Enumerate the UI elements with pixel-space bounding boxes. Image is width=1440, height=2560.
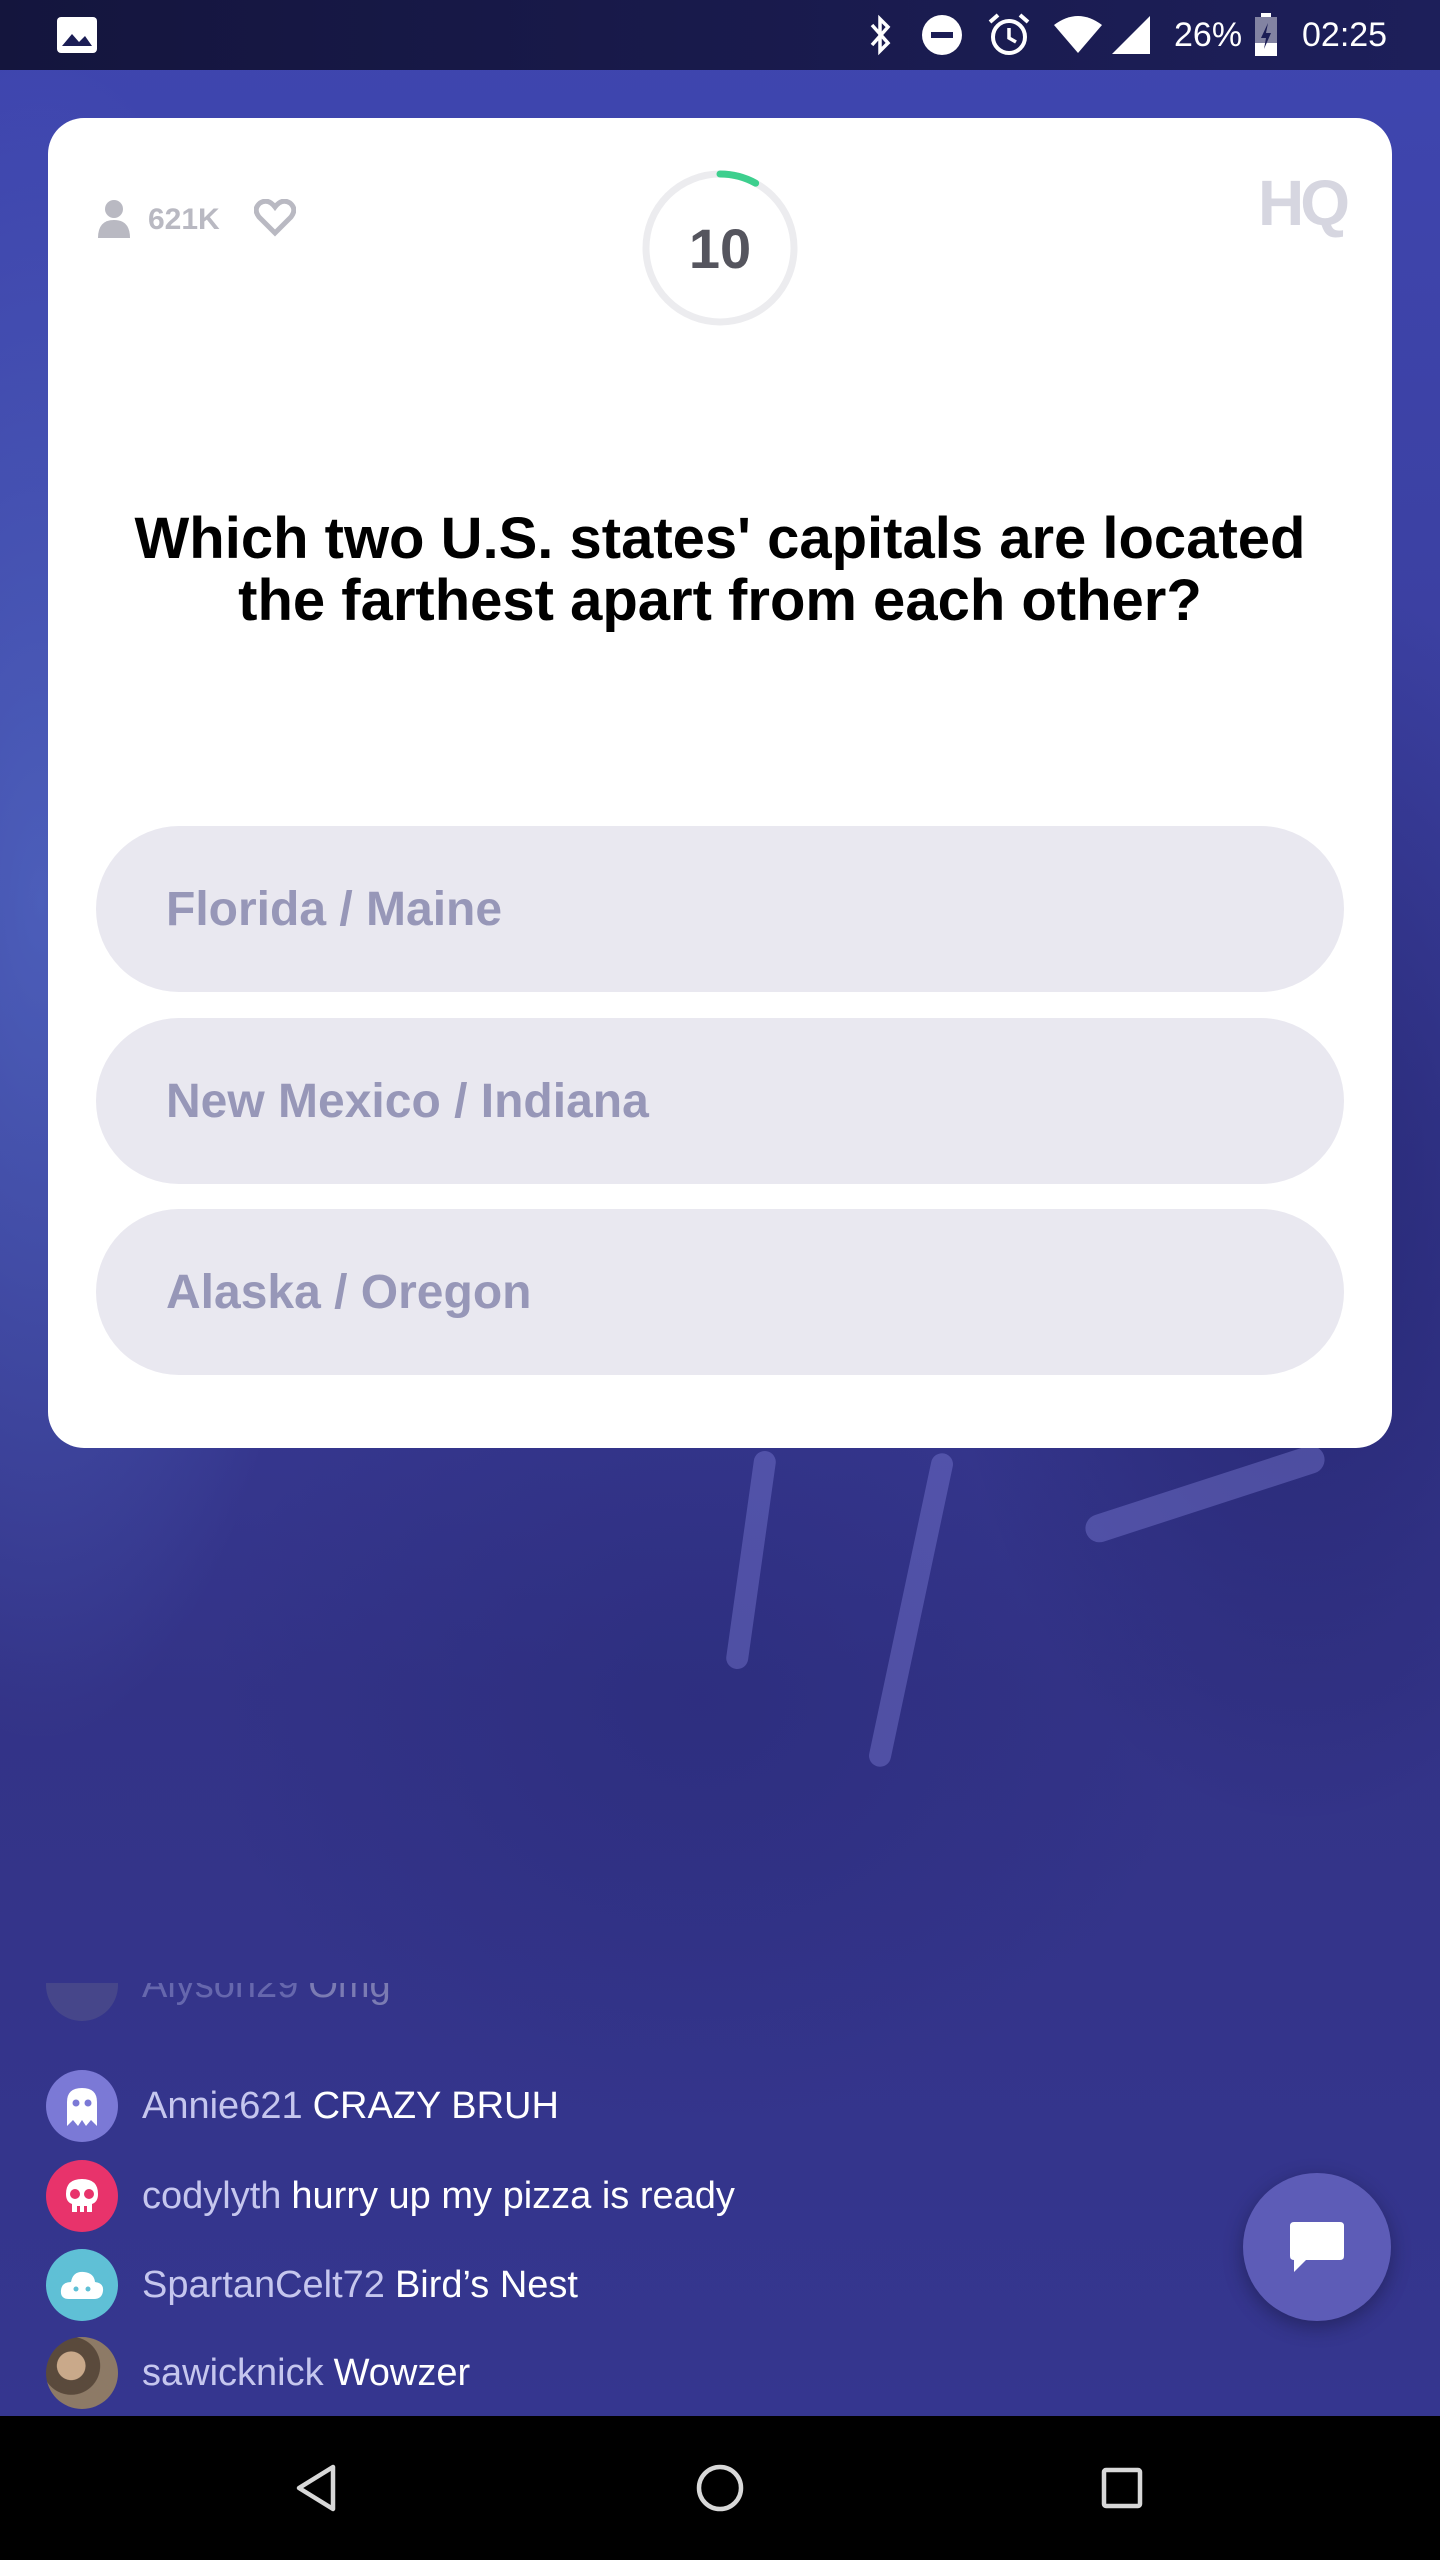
background-streak [866, 1451, 956, 1769]
recents-icon [1101, 2467, 1143, 2509]
chat-message: sawicknick Wowzer [46, 2337, 470, 2409]
back-button[interactable] [276, 2448, 356, 2528]
home-icon [696, 2464, 744, 2512]
battery-charging-icon [1254, 0, 1278, 70]
ghost-icon [46, 2070, 118, 2142]
chat-username: sawicknick [142, 2351, 324, 2394]
signal-icon [1110, 0, 1152, 70]
question-card: 621K 10 HQ Which two U.S. states' capita… [48, 118, 1392, 1448]
chat-message-text: Wowzer [333, 2351, 471, 2394]
back-icon [296, 2464, 336, 2512]
answer-option-1[interactable]: Florida / Maine [96, 826, 1344, 992]
chat-username: codylyth [142, 2174, 282, 2217]
hq-logo: HQ [1258, 167, 1350, 239]
clock: 02:25 [1302, 15, 1388, 54]
viewer-count: 621K [148, 203, 220, 236]
chat-button[interactable] [1243, 2173, 1391, 2321]
dnd-icon [920, 0, 964, 70]
skull-icon [46, 2160, 118, 2232]
chat-bubble-icon [1290, 2222, 1344, 2272]
status-bar: 26% 02:25 [0, 0, 1440, 70]
chat-message-partial: Alyson29 Omg [46, 1983, 391, 2023]
chat-message-text: Omg [308, 1983, 391, 2006]
home-button[interactable] [680, 2448, 760, 2528]
chat-message: codylyth hurry up my pizza is ready [46, 2160, 735, 2232]
chat-username: Annie621 [142, 2084, 303, 2127]
countdown-timer: 10 [640, 168, 800, 328]
answer-option-3[interactable]: Alaska / Oregon [96, 1209, 1344, 1375]
viewer-info: 621K [96, 180, 296, 260]
chat-message: Annie621 CRAZY BRUH [46, 2070, 559, 2142]
battery-percent: 26% [1174, 15, 1243, 54]
cloud-icon [46, 2249, 118, 2321]
alarm-icon [986, 0, 1032, 70]
avatar [46, 1983, 118, 2021]
background-streak [1081, 1442, 1329, 1546]
background-streak [724, 1449, 778, 1671]
person-icon [96, 198, 132, 242]
chat-message: SpartanCelt72 Bird’s Nest [46, 2249, 578, 2321]
recents-button[interactable] [1082, 2448, 1162, 2528]
image-notification-icon [56, 0, 98, 70]
chat-username: SpartanCelt72 [142, 2263, 385, 2306]
chat-message-text: hurry up my pizza is ready [291, 2174, 735, 2217]
heart-icon[interactable] [253, 198, 296, 241]
chat-username: Alyson29 [142, 1983, 299, 2006]
answer-option-2[interactable]: New Mexico / Indiana [96, 1018, 1344, 1184]
photo-avatar [46, 2337, 118, 2409]
wifi-icon [1052, 0, 1104, 70]
chat-message-text: CRAZY BRUH [312, 2084, 559, 2127]
bluetooth-icon [866, 0, 894, 70]
timer-value: 10 [688, 216, 752, 280]
chat-message-text: Bird’s Nest [394, 2263, 578, 2306]
question-text: Which two U.S. states' capitals are loca… [134, 506, 1306, 633]
navigation-bar [0, 2416, 1440, 2560]
